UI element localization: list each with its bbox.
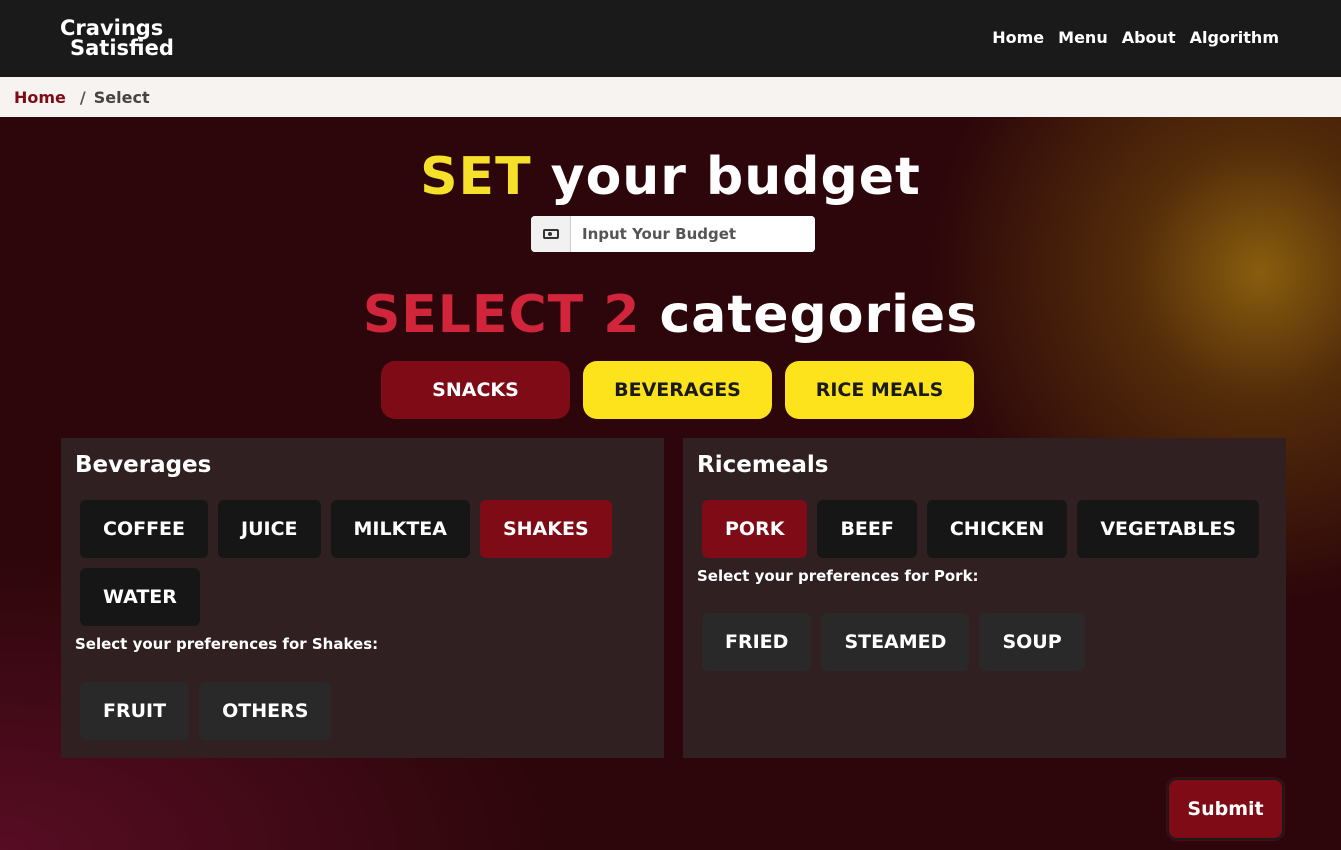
pref-others[interactable]: OTHERS — [199, 682, 332, 740]
breadcrumb-home-link[interactable]: Home — [14, 88, 66, 107]
selection-page: SET your budget SELECT 2 categories SNAC… — [0, 117, 1341, 850]
category-beverages-button[interactable]: BEVERAGES — [583, 361, 772, 419]
option-coffee[interactable]: COFFEE — [80, 500, 209, 558]
pref-soup[interactable]: SOUP — [979, 613, 1085, 671]
beverages-panel-title: Beverages — [75, 452, 212, 478]
categories-heading-rest: categories — [640, 285, 979, 345]
nav-menu-link[interactable]: Menu — [1058, 28, 1108, 47]
option-juice[interactable]: JUICE — [218, 500, 321, 558]
beverages-panel: Beverages COFFEE JUICE MILKTEA SHAKES WA… — [61, 438, 664, 758]
pork-pref-options: FRIED STEAMED SOUP — [702, 613, 1085, 671]
nav-about-link[interactable]: About — [1122, 28, 1176, 47]
option-beef[interactable]: BEEF — [817, 500, 917, 558]
categories-heading-highlight: SELECT 2 — [362, 285, 641, 345]
ricemeals-panel-title: Ricemeals — [697, 452, 829, 478]
budget-heading-rest: your budget — [531, 147, 921, 207]
breadcrumb-current: Select — [93, 87, 150, 107]
category-rice-meals-button[interactable]: RICE MEALS — [785, 361, 974, 419]
category-snacks-button[interactable]: SNACKS — [381, 361, 570, 419]
logo-line2: Satisfied — [70, 36, 174, 60]
logo-line1: Cravings — [60, 16, 164, 40]
ricemeals-options: PORK BEEF CHICKEN VEGETABLES — [702, 500, 1272, 558]
budget-input-group — [531, 216, 815, 252]
option-milktea[interactable]: MILKTEA — [330, 500, 470, 558]
pref-steamed[interactable]: STEAMED — [821, 613, 970, 671]
shakes-pref-options: FRUIT OTHERS — [80, 682, 332, 740]
budget-heading-highlight: SET — [420, 147, 532, 207]
top-navbar: Cravings Satisfied Home Menu About Algor… — [0, 0, 1341, 77]
categories-heading: SELECT 2 categories — [0, 285, 1341, 345]
budget-input[interactable] — [571, 216, 815, 252]
breadcrumb-separator: / — [79, 87, 86, 107]
category-buttons: SNACKS BEVERAGES RICE MEALS — [381, 361, 974, 419]
option-water[interactable]: WATER — [80, 568, 200, 626]
main-nav: Home Menu About Algorithm — [992, 28, 1279, 47]
pork-pref-label: Select your preferences for Pork: — [697, 567, 979, 585]
budget-heading: SET your budget — [0, 147, 1341, 207]
option-chicken[interactable]: CHICKEN — [926, 500, 1068, 558]
pref-fruit[interactable]: FRUIT — [80, 682, 190, 740]
option-shakes[interactable]: SHAKES — [479, 500, 612, 558]
submit-button[interactable]: Submit — [1167, 778, 1284, 840]
beverages-options: COFFEE JUICE MILKTEA SHAKES WATER — [80, 500, 640, 626]
pref-fried[interactable]: FRIED — [702, 613, 812, 671]
brand-logo[interactable]: Cravings Satisfied — [60, 16, 174, 60]
shakes-pref-label: Select your preferences for Shakes: — [75, 635, 379, 653]
nav-home-link[interactable]: Home — [992, 28, 1044, 47]
money-bill-icon — [531, 216, 571, 252]
ricemeals-panel: Ricemeals PORK BEEF CHICKEN VEGETABLES S… — [683, 438, 1286, 758]
nav-algorithm-link[interactable]: Algorithm — [1190, 28, 1279, 47]
breadcrumb: Home / Select — [0, 77, 1341, 117]
option-pork[interactable]: PORK — [702, 500, 808, 558]
option-vegetables[interactable]: VEGETABLES — [1077, 500, 1260, 558]
